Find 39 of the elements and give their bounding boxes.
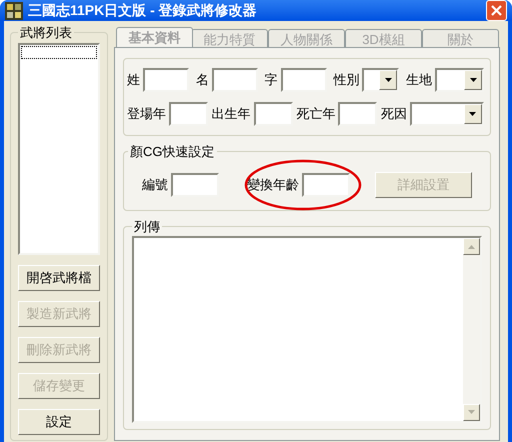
- field-label: 變換年齡: [247, 176, 299, 194]
- field-label: 出生年: [212, 105, 251, 124]
- dropdown-field[interactable]: [362, 68, 400, 92]
- field-label: 死因: [380, 105, 407, 124]
- dropdown-field[interactable]: [435, 68, 484, 92]
- field-label: 字: [264, 71, 278, 90]
- field-label: 生地: [406, 71, 432, 90]
- group-title: 武將列表: [19, 24, 73, 42]
- input-field[interactable]: [280, 68, 326, 92]
- input-field[interactable]: [171, 172, 219, 196]
- side-button[interactable]: 設定: [18, 408, 100, 434]
- side-button[interactable]: 開啓武將檔: [18, 264, 100, 290]
- field-label: 姓: [127, 71, 140, 90]
- input-field[interactable]: [212, 68, 258, 92]
- input-field[interactable]: [338, 102, 378, 126]
- field-label: 登場年: [127, 105, 166, 124]
- dropdown-arrow-icon: [469, 112, 476, 116]
- input-field[interactable]: [143, 68, 189, 92]
- dropdown-arrow-icon: [384, 78, 392, 82]
- field-label: 名: [196, 71, 209, 90]
- app-icon: [5, 2, 23, 20]
- field-label: 性別: [333, 71, 360, 90]
- dropdown-field[interactable]: [410, 102, 484, 126]
- general-list[interactable]: [18, 42, 100, 254]
- field-label: 編號: [142, 176, 168, 194]
- group-title: 列傳: [133, 218, 161, 236]
- dropdown-arrow-icon: [470, 78, 476, 82]
- close-icon: [491, 5, 502, 16]
- group-title: 顏CG快速設定: [129, 143, 216, 161]
- input-field[interactable]: [169, 102, 208, 126]
- dropdown-arrow-icon: [468, 410, 475, 414]
- close-button[interactable]: [486, 0, 507, 21]
- scrollbar[interactable]: [463, 238, 480, 420]
- window-title: 三國志11PK日文版 - 登錄武將修改器: [28, 1, 258, 20]
- field-label: 死亡年: [296, 105, 336, 124]
- input-field[interactable]: [302, 172, 350, 196]
- input-field[interactable]: [254, 102, 293, 126]
- biography-field[interactable]: [132, 236, 482, 422]
- up-arrow-icon: [468, 244, 475, 248]
